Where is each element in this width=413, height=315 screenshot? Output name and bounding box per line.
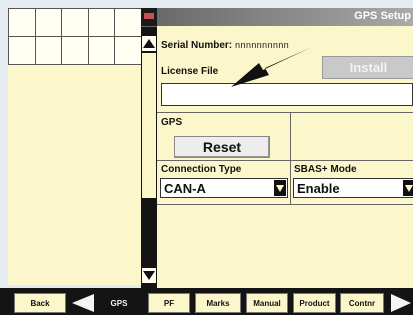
grid-cell[interactable] xyxy=(115,9,142,37)
arrow-annotation-icon xyxy=(231,47,312,87)
grid-cell[interactable] xyxy=(62,9,89,37)
triangle-up-icon xyxy=(143,39,155,48)
serial-number-caption: Serial Number: xyxy=(161,40,233,51)
window-title: GPS Setup xyxy=(354,10,411,22)
dropdown-arrow-icon[interactable] xyxy=(403,180,413,196)
scroll-up-button[interactable] xyxy=(142,36,156,51)
grid-cell[interactable] xyxy=(88,9,116,37)
scroll-down-button[interactable] xyxy=(142,268,156,283)
connection-type-label: Connection Type xyxy=(161,164,242,175)
tab-marks[interactable]: Marks xyxy=(195,293,241,313)
sbas-mode-select[interactable]: Enable xyxy=(293,178,413,198)
grid-cell[interactable] xyxy=(115,37,142,65)
arrow-right-icon[interactable] xyxy=(391,294,411,312)
tab-contnr[interactable]: Contnr xyxy=(340,293,384,313)
grid-cell[interactable] xyxy=(9,37,36,65)
gps-setup-screen: GPS Setup Serial Number: nnnnnnnnnn Lice… xyxy=(0,0,413,315)
connection-type-value: CAN-A xyxy=(164,181,206,196)
grid-cell[interactable] xyxy=(88,37,116,65)
sbas-mode-label: SBAS+ Mode xyxy=(294,164,357,175)
scroll-thumb[interactable] xyxy=(142,53,156,198)
sbas-mode-value: Enable xyxy=(297,181,340,196)
arrow-left-icon[interactable] xyxy=(72,294,94,312)
install-button[interactable]: Install xyxy=(322,56,413,79)
license-file-label: License File xyxy=(161,66,219,77)
grid-cell[interactable] xyxy=(35,9,63,37)
divider xyxy=(157,160,413,161)
scrollbar[interactable] xyxy=(141,8,157,288)
dropdown-arrow-icon[interactable] xyxy=(274,180,286,196)
window-icon xyxy=(144,13,154,19)
connection-type-select[interactable]: CAN-A xyxy=(160,178,288,198)
grid-cell[interactable] xyxy=(9,9,36,37)
tab-product[interactable]: Product xyxy=(293,293,336,313)
triangle-down-icon xyxy=(143,271,155,280)
divider xyxy=(157,204,413,205)
divider xyxy=(157,112,413,113)
left-panel xyxy=(8,8,142,285)
gps-section-label: GPS xyxy=(161,117,183,128)
scrollbar-header xyxy=(141,8,157,27)
tab-gps[interactable]: GPS xyxy=(100,293,138,313)
tab-pf[interactable]: PF xyxy=(148,293,190,313)
bottom-nav-bar: Back GPS PF Marks Manual Product Contnr xyxy=(0,288,413,315)
title-bar: GPS Setup xyxy=(157,8,413,26)
reset-button[interactable]: Reset xyxy=(174,136,270,158)
grid-cell[interactable] xyxy=(35,37,63,65)
grid-cell[interactable] xyxy=(62,37,89,65)
layout-grid xyxy=(8,8,142,65)
column-divider xyxy=(290,112,291,204)
tab-manual[interactable]: Manual xyxy=(246,293,288,313)
back-button[interactable]: Back xyxy=(14,293,66,313)
